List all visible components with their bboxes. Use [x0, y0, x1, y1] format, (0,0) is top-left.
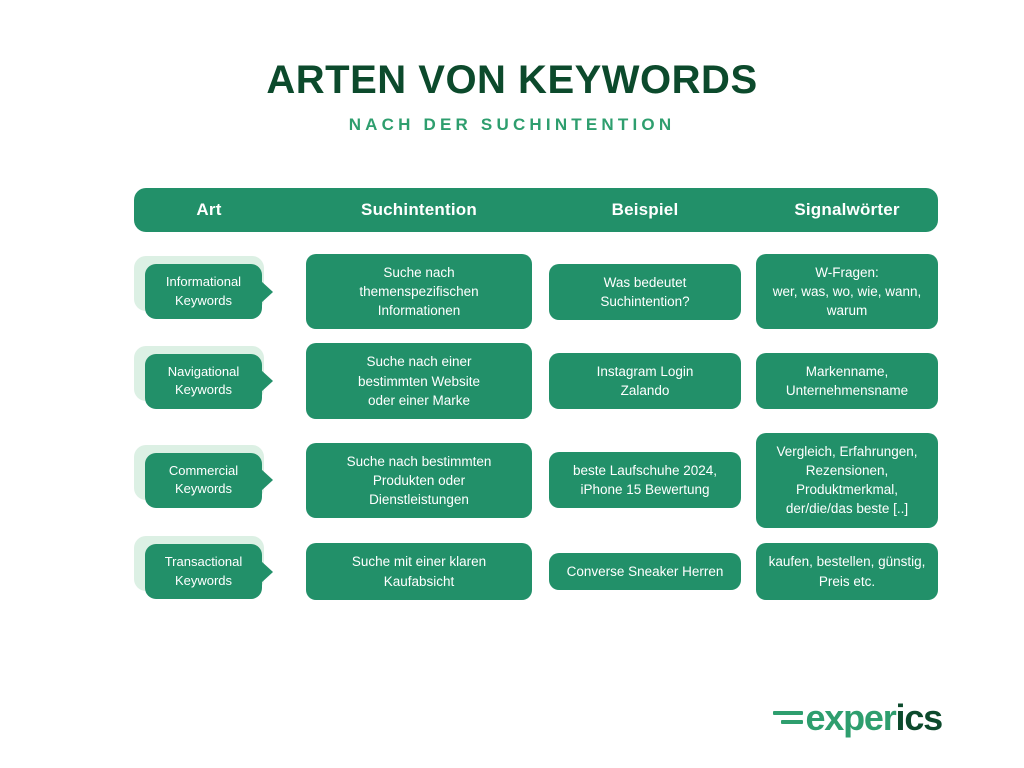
arrow-right-icon — [261, 560, 273, 583]
cell-beispiel: Converse Sneaker Herren — [549, 552, 741, 591]
cell-signalwoerter: W-Fragen: wer, was, wo, wie, wann, warum — [756, 254, 938, 330]
logo-speed-lines-icon — [773, 710, 804, 726]
table-row: Commercial Keywords Suche nach bestimmten… — [134, 432, 938, 528]
cell-art-label: Commercial Keywords — [168, 462, 239, 497]
cell-signalwoerter: kaufen, bestellen, günstig, Preis etc. — [756, 543, 938, 600]
table-row: Navigational Keywords Suche nach einer bes… — [134, 343, 938, 419]
cell-art-label: Navigational Keywords — [167, 363, 240, 398]
arrow-right-icon — [261, 280, 273, 303]
logo-wordmark-part1: exper — [805, 697, 896, 738]
infographic-page: { "header": { "title": "ARTEN VON KEYWOR… — [0, 0, 1024, 768]
column-header-signalwoerter: Signalwörter — [794, 200, 900, 219]
cell-suchintention: Suche nach einer bestimmten Website oder e… — [306, 343, 532, 419]
cell-art-label: Informational Keywords — [165, 274, 242, 308]
cell-signalwoerter: Vergleich, Erfahrungen, Rezensionen, Prod… — [756, 432, 938, 528]
logo-wordmark: experics — [805, 697, 944, 738]
cell-art: Commercial Keywords — [145, 452, 273, 508]
table-row: Informational Keywords Suche nach themensp… — [134, 254, 938, 330]
cell-suchintention: Suche nach themenspezifischen Informatione… — [306, 254, 532, 330]
logo-wordmark-part2: ics — [895, 697, 944, 738]
cell-beispiel: Instagram Login Zalando — [549, 353, 741, 410]
cell-signalwoerter: Markenname, Unternehmensname — [756, 353, 938, 410]
page-subtitle: NACH DER SUCHINTENTION — [348, 114, 676, 134]
cell-art: Navigational Keywords — [145, 353, 273, 409]
arrow-right-icon — [261, 370, 273, 393]
art-cell-wrapper: Commercial Keywords — [134, 444, 284, 508]
cell-art: Informational Keywords — [145, 264, 273, 320]
title-block: ARTEN VON KEYWORDS NACH DER SUCHINTENTIO… — [0, 58, 1024, 135]
art-cell-wrapper: Navigational Keywords — [134, 345, 284, 409]
column-header-art: Art — [196, 200, 222, 219]
experics-logo: experics — [773, 697, 944, 738]
cell-beispiel: beste Laufschuhe 2024, iPhone 15 Bewertun… — [549, 452, 741, 509]
art-cell-wrapper: Informational Keywords — [134, 256, 284, 320]
column-header-beispiel: Beispiel — [611, 200, 679, 219]
cell-art-label: Transactional Keywords — [164, 554, 243, 588]
table-row: Transactional Keywords Suche mit einer kl… — [134, 536, 938, 602]
cell-beispiel: Was bedeutet Suchintention? — [549, 263, 741, 320]
page-title: ARTEN VON KEYWORDS — [266, 58, 758, 102]
cell-suchintention: Suche nach bestimmten Produkten oder Diens… — [306, 442, 532, 518]
table-header-row: Art Suchintention Beispiel Signalwörter — [134, 188, 938, 232]
column-header-suchintention: Suchintention — [361, 200, 477, 219]
cell-art: Transactional Keywords — [145, 544, 273, 600]
arrow-right-icon — [261, 469, 273, 492]
keyword-types-table: Art Suchintention Beispiel Signalwörter … — [134, 188, 938, 616]
art-cell-wrapper: Transactional Keywords — [134, 536, 284, 600]
cell-suchintention: Suche mit einer klaren Kaufabsicht — [306, 543, 532, 600]
